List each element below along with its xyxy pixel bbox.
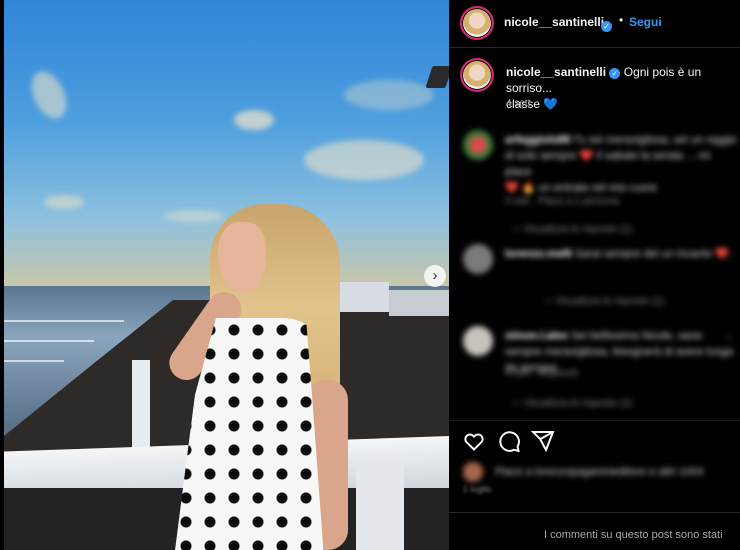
comment-text: lorenzo.melli Sarai sempre dei un incant…: [505, 246, 737, 262]
post-header: nicole__santinelli ✓ • Segui: [449, 0, 740, 48]
verified-badge: ✓: [601, 16, 612, 34]
post-photo[interactable]: ›: [4, 0, 449, 550]
beach-building: [334, 282, 389, 312]
comment-body: ❤️ 🔥 un entrata nel mio cuore: [505, 182, 658, 194]
railing-leg: [356, 460, 404, 550]
verified-badge-icon: ✓: [601, 21, 612, 32]
post-date: 1 luglio: [463, 484, 492, 494]
caption: nicole__santinelli ✓ Ogni pois è un sorr…: [449, 54, 740, 114]
cloud: [304, 140, 424, 180]
comment-like-icon[interactable]: ♡: [725, 252, 734, 263]
view-replies-button[interactable]: — Visualizza le risposte (1): [511, 224, 632, 235]
caption-text: nicole__santinelli ✓ Ogni pois è un sorr…: [506, 64, 740, 112]
comment-item: simon.l.alex Sei bellissima Nicole, sara…: [449, 326, 740, 416]
comment-item: lorenzo.melli Sarai sempre dei un incant…: [449, 244, 740, 314]
comment-text: arfeggiolo88 Tu sei meravigliosa, sei un…: [505, 132, 737, 196]
woman-face: [218, 222, 266, 292]
view-replies-button[interactable]: — Visualizza le risposte (1): [543, 296, 664, 307]
comment-meta: 4 sett · Piace a 1 persona: [505, 196, 619, 207]
blue-heart-icon: 💙: [543, 97, 559, 111]
commenter-avatar[interactable]: [463, 130, 493, 160]
liker-avatar: [463, 462, 483, 482]
post-actions: [449, 420, 740, 460]
caption-avatar[interactable]: [460, 58, 494, 92]
verified-badge-icon: ✓: [609, 68, 621, 79]
comment-item: arfeggiolo88 Tu sei meravigliosa, sei un…: [449, 130, 740, 235]
view-replies-button[interactable]: — Visualizza le risposte (1): [511, 398, 632, 409]
beach-building: [389, 290, 449, 316]
next-image-button[interactable]: ›: [424, 265, 446, 287]
comment-meta: 4 sett · Rispondi: [505, 368, 578, 379]
comment-body: Sarai sempre dei un incanto ❤️: [575, 248, 730, 260]
cloud: [344, 80, 434, 110]
heart-icon[interactable]: [462, 429, 486, 453]
cloud: [234, 110, 274, 130]
comments-disabled-text: I commenti su questo post sono stati: [544, 529, 723, 541]
railing-post: [132, 360, 150, 450]
author-avatar[interactable]: [460, 6, 494, 40]
comment-icon[interactable]: [497, 429, 521, 453]
share-icon[interactable]: [531, 429, 555, 453]
commenter-avatar[interactable]: [463, 244, 493, 274]
comments-disabled-footer: I commenti su questo post sono stati: [449, 512, 740, 550]
commenter-username[interactable]: simon.l.alex: [505, 330, 568, 342]
caption-username[interactable]: nicole__santinelli: [506, 65, 606, 79]
commenter-username[interactable]: lorenzo.melli: [505, 248, 572, 260]
separator-dot: •: [619, 13, 624, 27]
wave: [4, 340, 94, 342]
wave: [4, 320, 124, 322]
caption-timestamp[interactable]: 4 sett: [506, 98, 530, 109]
wave: [4, 360, 64, 362]
likes-summary[interactable]: Piace a lorenzopaganinieditore e altri 1…: [449, 460, 740, 490]
post-details-panel: nicole__santinelli ✓ • Segui nicole__san…: [449, 0, 740, 550]
cloud: [24, 66, 74, 124]
likes-text[interactable]: Piace a lorenzopaganinieditore e altri 1…: [495, 466, 704, 478]
commenter-avatar[interactable]: [463, 326, 493, 356]
cloud: [164, 210, 224, 222]
cloud: [44, 195, 84, 209]
comment-like-icon[interactable]: ♡: [725, 138, 734, 149]
comment-like-icon[interactable]: ♡: [725, 334, 734, 345]
comments-list: arfeggiolo88 Tu sei meravigliosa, sei un…: [449, 120, 740, 420]
author-username[interactable]: nicole__santinelli: [504, 15, 604, 29]
follow-button[interactable]: Segui: [629, 15, 662, 29]
commenter-username[interactable]: arfeggiolo88: [505, 134, 570, 146]
